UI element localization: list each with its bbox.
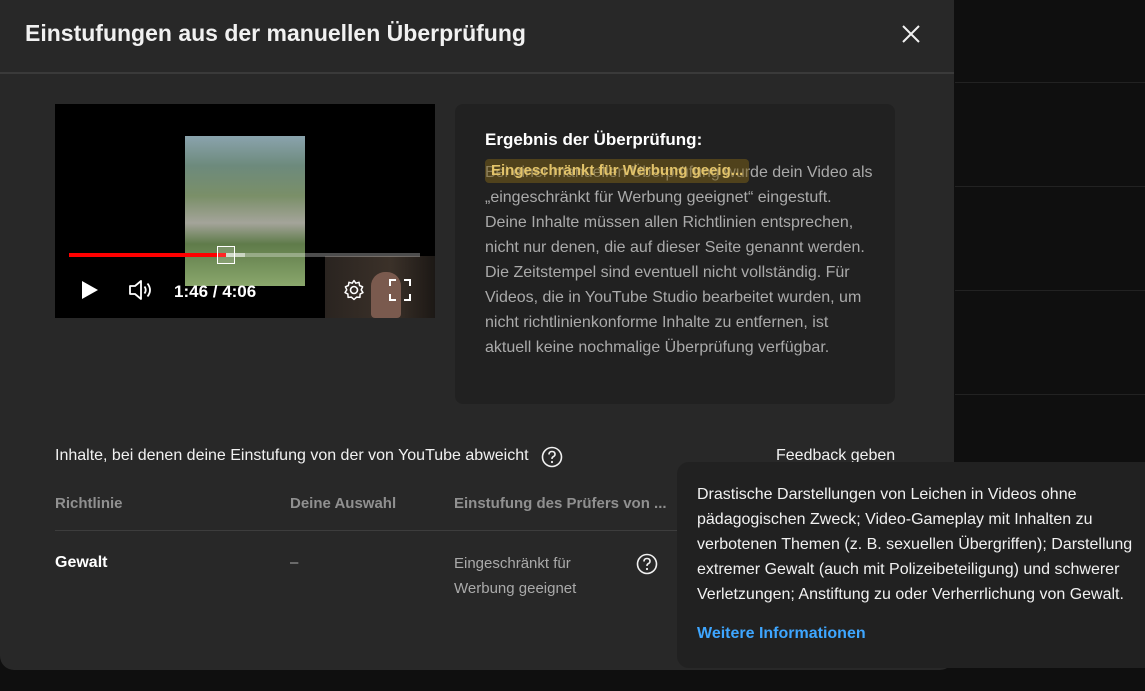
policy-tooltip: Drastische Darstellungen von Leichen in … — [677, 462, 1145, 668]
dialog-header: Einstufungen aus der manuellen Überprüfu… — [0, 0, 954, 74]
video-player[interactable]: 1:46 / 4:06 — [55, 104, 435, 318]
background-divider — [955, 290, 1145, 291]
dialog-title: Einstufungen aus der manuellen Überprüfu… — [25, 20, 526, 46]
settings-button[interactable] — [342, 278, 366, 302]
section-help-button[interactable] — [541, 446, 563, 468]
help-icon — [636, 553, 658, 575]
progress-played — [69, 253, 226, 257]
volume-icon — [129, 280, 151, 300]
settings-icon — [344, 279, 364, 301]
status-badge: Eingeschränkt für Werbung geeig... — [485, 159, 750, 183]
column-header-your-choice: Deine Auswahl — [290, 495, 397, 512]
play-button[interactable] — [79, 278, 101, 302]
play-icon — [82, 281, 98, 299]
time-display: 1:46 / 4:06 — [174, 282, 257, 301]
result-description: Bei einer manuellen Überprüfung wurde de… — [485, 164, 873, 356]
close-icon — [902, 25, 920, 43]
column-header-reviewer-rating: Einstufung des Prüfers von ... — [454, 495, 667, 512]
discrepancy-section-label: Inhalte, bei denen deine Einstufung von … — [55, 447, 529, 464]
scrubber-handle[interactable] — [216, 246, 235, 264]
table-divider — [55, 530, 695, 531]
background-divider — [955, 394, 1145, 395]
row-help-button[interactable] — [636, 553, 658, 575]
background-divider — [955, 186, 1145, 187]
table-cell-choice: – — [290, 554, 299, 571]
tooltip-description: Drastische Darstellungen von Leichen in … — [697, 486, 1133, 603]
background-divider — [955, 82, 1145, 83]
fullscreen-button[interactable] — [388, 278, 412, 302]
table-cell-rating: Eingeschränkt für Werbung geeignet — [454, 555, 577, 597]
result-title: Ergebnis der Überprüfung: — [485, 130, 703, 149]
volume-button[interactable] — [127, 277, 155, 303]
video-frame — [185, 136, 305, 286]
column-header-policy: Richtlinie — [55, 495, 123, 512]
table-cell-policy: Gewalt — [55, 554, 108, 571]
close-button[interactable] — [896, 19, 926, 49]
help-icon — [541, 446, 563, 468]
learn-more-link[interactable]: Weitere Informationen — [697, 625, 866, 643]
review-result-panel: Ergebnis der Überprüfung: Bei einer manu… — [455, 104, 895, 404]
fullscreen-icon — [389, 279, 411, 301]
progress-bar[interactable] — [69, 253, 420, 257]
